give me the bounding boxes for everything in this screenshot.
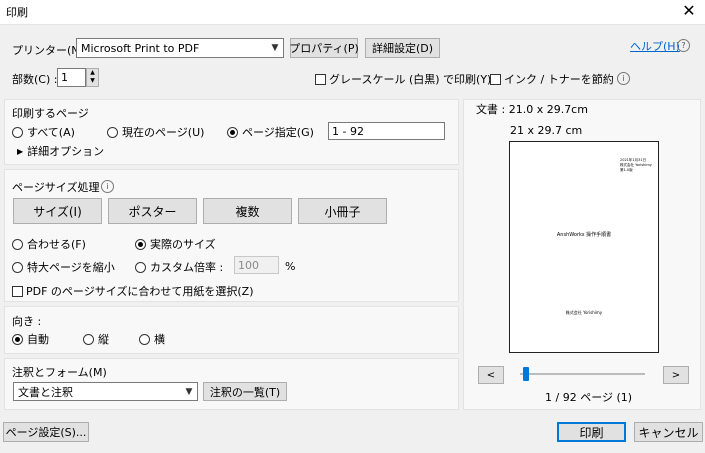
orientation-landscape-dot[interactable] [139,333,150,345]
page-slider-track[interactable] [520,367,645,381]
fit-dot[interactable] [12,238,23,250]
custom-scale-dot[interactable] [135,261,146,273]
page-range-input[interactable]: 1 - 92 [328,122,445,140]
range-pages-radio[interactable]: ページ指定(G) [227,124,314,140]
page-sizing-heading: ページサイズ処理 [12,181,100,194]
print-button[interactable]: 印刷 [557,422,626,442]
range-current-label: 現在のページ(U) [122,126,205,139]
printer-selected-value: Microsoft Print to PDF [81,41,200,55]
page-slider-thumb[interactable] [522,367,529,381]
cancel-button[interactable]: キャンセル [634,422,703,442]
window-title: 印刷 [6,6,28,19]
title-bar: 印刷 ✕ [0,0,705,25]
close-icon[interactable]: ✕ [679,1,699,21]
orientation-auto-dot[interactable] [12,333,23,345]
fit-label: 合わせる(F) [27,238,86,251]
orientation-heading: 向き : [12,315,42,328]
choose-paper-checkbox[interactable]: PDF のページサイズに合わせて用紙を選択(Z) [12,283,254,299]
range-current-radio[interactable]: 現在のページ(U) [107,124,204,140]
grayscale-label: グレースケール (白黒) で印刷(Y) [329,73,492,86]
page-status: 1 / 92 ページ (1) [545,391,633,404]
orientation-portrait-radio[interactable]: 縦 [83,331,109,347]
preview-footer: 株式会社 Yorishimy [565,310,603,315]
custom-scale-input[interactable]: 100 [234,256,279,274]
comments-select[interactable]: 文書と注釈 ▼ [13,382,198,401]
next-page-button[interactable]: > [663,366,689,384]
prev-page-button[interactable]: < [478,366,504,384]
grayscale-box[interactable] [315,73,326,85]
comments-heading: 注釈とフォーム(M) [12,366,107,379]
comments-selected-value: 文書と注釈 [18,385,73,399]
orientation-auto-radio[interactable]: 自動 [12,331,49,347]
printer-select[interactable]: Microsoft Print to PDF ▼ [76,38,284,58]
preview-title: AnshWorks 操作手順書 [556,232,612,238]
advanced-button[interactable]: 詳細設定(D) [365,38,440,58]
summarize-comments-button[interactable]: 注釈の一覧(T) [203,382,287,401]
orientation-landscape-radio[interactable]: 横 [139,331,165,347]
choose-paper-label: PDF のページサイズに合わせて用紙を選択(Z) [26,285,254,298]
range-all-label: すべて(A) [27,126,75,139]
preview-header: 2021年1月31日 株式会社 Yorishimy 第1.0版 [620,158,652,173]
document-size-label: 文書 : 21.0 x 29.7cm [476,103,588,116]
booklet-button[interactable]: 小冊子 [298,198,387,224]
triangle-right-icon: ▶ [17,146,24,156]
help-link[interactable]: ヘルプ(H) [630,38,680,54]
info-icon: i [617,72,630,85]
copies-label: 部数(C) : [12,73,58,86]
preview-header-line: 第1.0版 [620,168,633,172]
print-range-heading: 印刷するページ [12,107,89,120]
properties-button[interactable]: プロパティ(P) [289,38,359,58]
choose-paper-box[interactable] [12,285,23,297]
orientation-auto-label: 自動 [27,333,49,346]
orientation-portrait-dot[interactable] [83,333,94,345]
size-button[interactable]: サイズ(I) [13,198,102,224]
actual-size-dot[interactable] [135,238,146,250]
info-icon: i [101,180,114,193]
fit-radio[interactable]: 合わせる(F) [12,236,86,252]
more-options-label: 詳細オプション [27,145,105,158]
poster-button[interactable]: ポスター [108,198,197,224]
spin-up-icon[interactable]: ▲ [87,69,98,77]
percent-label: % [285,260,296,273]
help-icon[interactable]: ? [677,39,690,52]
range-all-dot[interactable] [12,126,23,138]
orientation-panel [4,306,459,354]
range-pages-dot[interactable] [227,126,238,138]
copies-input[interactable]: 1 [57,68,86,87]
page-size-label: 21 x 29.7 cm [510,124,583,137]
custom-scale-radio[interactable]: カスタム倍率 : [135,259,223,275]
shrink-radio[interactable]: 特大ページを縮小 [12,259,115,275]
more-options-toggle[interactable]: ▶ 詳細オプション [17,143,104,159]
actual-size-radio[interactable]: 実際のサイズ [135,236,216,252]
range-all-radio[interactable]: すべて(A) [12,124,75,140]
range-pages-label: ページ指定(G) [242,126,314,139]
chevron-down-icon: ▼ [271,43,279,53]
custom-scale-label: カスタム倍率 : [150,261,224,274]
orientation-landscape-label: 横 [154,333,165,346]
page-preview: 2021年1月31日 株式会社 Yorishimy 第1.0版 AnshWork… [509,141,659,353]
multiple-button[interactable]: 複数 [203,198,292,224]
page-setup-button[interactable]: ページ設定(S)... [3,422,89,442]
save-ink-label: インク / トナーを節約 [504,73,614,86]
grayscale-checkbox[interactable]: グレースケール (白黒) で印刷(Y) [315,71,491,87]
range-current-dot[interactable] [107,126,118,138]
actual-size-label: 実際のサイズ [150,238,216,251]
shrink-dot[interactable] [12,261,23,273]
chevron-down-icon: ▼ [185,386,193,397]
shrink-label: 特大ページを縮小 [27,261,115,274]
save-ink-checkbox[interactable]: インク / トナーを節約 [490,71,614,87]
save-ink-box[interactable] [490,73,501,85]
spin-down-icon[interactable]: ▼ [87,77,98,85]
orientation-portrait-label: 縦 [98,333,109,346]
copies-spinner[interactable]: ▲ ▼ [86,68,99,87]
